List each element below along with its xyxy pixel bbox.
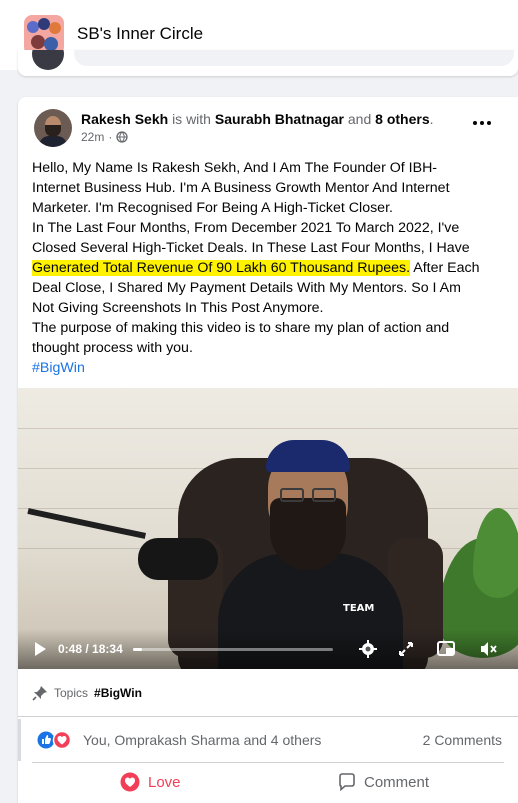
video-player[interactable]: TEAM 0:48 / 18:34 bbox=[18, 388, 518, 669]
mute-icon[interactable] bbox=[478, 639, 498, 659]
and-text: and bbox=[347, 111, 372, 127]
globe-icon bbox=[116, 131, 128, 143]
tagged-person[interactable]: Saurabh Bhatnagar bbox=[215, 111, 344, 127]
dot-separator: · bbox=[108, 130, 113, 144]
pin-icon bbox=[32, 686, 47, 701]
love-label: Love bbox=[148, 773, 181, 791]
highlighted-text: Generated Total Revenue Of 90 Lakh 60 Th… bbox=[32, 260, 411, 276]
post-line: The purpose of making this video is to s… bbox=[32, 320, 450, 336]
love-icon bbox=[120, 772, 140, 792]
post-line: Closed Several High-Ticket Deals. In The… bbox=[32, 240, 470, 256]
settings-icon[interactable] bbox=[358, 639, 378, 659]
with-text: is with bbox=[172, 111, 211, 127]
reaction-summary[interactable]: You, Omprakash Sharma and 4 others bbox=[83, 732, 321, 748]
after-highlight: After Each bbox=[410, 260, 480, 276]
comment-icon bbox=[339, 773, 355, 791]
avatar bbox=[32, 50, 64, 70]
post-timestamp[interactable]: 22m bbox=[81, 130, 104, 144]
reaction-icons[interactable] bbox=[37, 731, 77, 749]
picture-in-picture-icon[interactable] bbox=[436, 639, 456, 659]
fullscreen-icon[interactable] bbox=[396, 639, 416, 659]
tagged-others[interactable]: 8 others bbox=[375, 111, 429, 127]
post-line: Deal Close, I Shared My Payment Details … bbox=[32, 280, 461, 296]
topics-label: Topics bbox=[54, 686, 89, 700]
play-icon[interactable] bbox=[32, 641, 48, 657]
love-icon bbox=[52, 731, 72, 749]
post-body: Hello, My Name Is Rakesh Sekh, And I Am … bbox=[32, 158, 508, 378]
action-bar: Love Comment bbox=[18, 763, 518, 799]
video-duration: 18:34 bbox=[92, 642, 123, 656]
comment-label: Comment bbox=[364, 773, 430, 791]
post-line: Generated Total Revenue Of 90 Lakh 60 Th… bbox=[32, 258, 508, 278]
love-button[interactable]: Love bbox=[120, 769, 181, 795]
previous-post-composer bbox=[18, 50, 518, 76]
author-avatar[interactable] bbox=[34, 109, 72, 147]
post-card: Rakesh Sekh is with Saurabh Bhatnagar an… bbox=[18, 97, 518, 803]
post-line: Internet Business Hub. I'm A Business Gr… bbox=[32, 180, 450, 196]
post-line: Hello, My Name Is Rakesh Sekh, And I Am … bbox=[32, 160, 438, 176]
comment-button[interactable]: Comment bbox=[338, 769, 429, 795]
current-time: 0:48 bbox=[58, 642, 83, 656]
topics-row: Topics #BigWin bbox=[32, 685, 142, 701]
comments-count[interactable]: 2 Comments bbox=[423, 732, 502, 748]
comment-input[interactable] bbox=[74, 50, 514, 66]
post-meta: 22m · bbox=[81, 130, 128, 144]
reactions-row: You, Omprakash Sharma and 4 others 2 Com… bbox=[18, 719, 518, 761]
post-line: In The Last Four Months, From December 2… bbox=[32, 220, 460, 236]
post-header: Rakesh Sekh is with Saurabh Bhatnagar an… bbox=[81, 111, 434, 127]
more-options-icon[interactable] bbox=[468, 111, 496, 135]
group-cover-icon[interactable] bbox=[24, 15, 64, 55]
hashtag-link[interactable]: #BigWin bbox=[32, 360, 85, 376]
video-progress-fill bbox=[133, 648, 142, 651]
time-separator: / bbox=[82, 642, 93, 656]
video-controls: 0:48 / 18:34 bbox=[18, 629, 518, 669]
group-name[interactable]: SB's Inner Circle bbox=[77, 24, 203, 44]
divider bbox=[18, 716, 518, 717]
period: . bbox=[429, 111, 434, 127]
author-name[interactable]: Rakesh Sekh bbox=[81, 111, 168, 127]
post-line: Marketer. I'm Recognised For Being A Hig… bbox=[32, 200, 393, 216]
post-line: Not Giving Screenshots In This Post Anym… bbox=[32, 300, 324, 316]
video-time: 0:48 / 18:34 bbox=[58, 642, 123, 656]
post-line: thought process with you. bbox=[32, 340, 193, 356]
topic-tag[interactable]: #BigWin bbox=[94, 686, 142, 700]
like-icon bbox=[37, 731, 55, 749]
video-progress-bar[interactable] bbox=[133, 648, 333, 651]
